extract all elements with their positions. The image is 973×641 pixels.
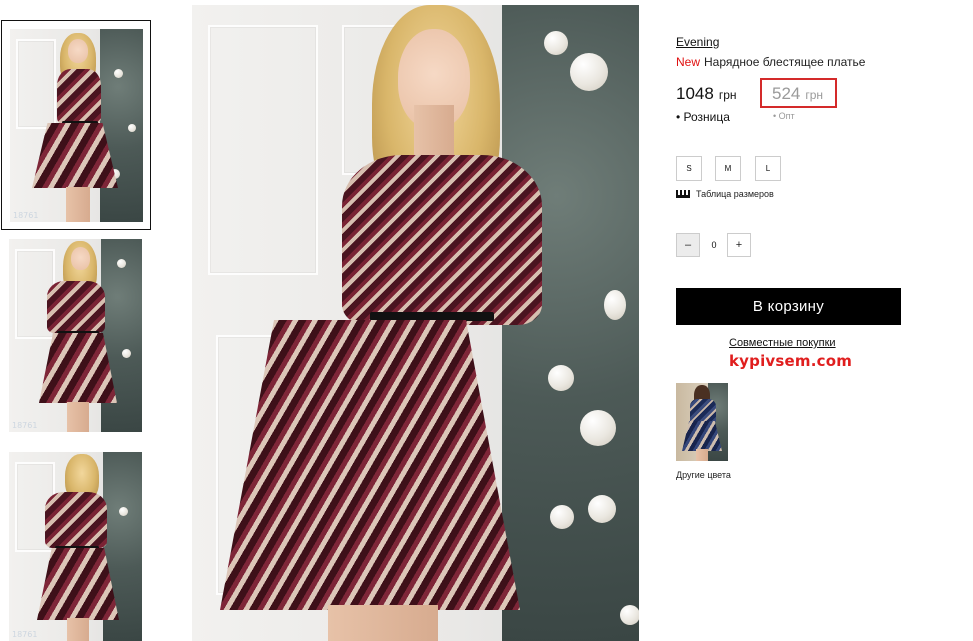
thumbnail-code: 18761 <box>12 421 38 430</box>
ruler-icon <box>676 190 690 198</box>
quantity-increase-button[interactable]: + <box>727 233 751 257</box>
add-to-cart-button[interactable]: В корзину <box>676 288 901 325</box>
quantity-value[interactable]: 0 <box>705 240 723 250</box>
product-thumbnail-3[interactable]: 18761 <box>9 452 142 641</box>
new-badge: New <box>676 55 701 69</box>
thumbnail-photo: 18761 <box>10 29 143 222</box>
wholesale-currency: грн <box>805 88 824 102</box>
thumbnail-photo: 18761 <box>9 452 142 641</box>
wholesale-label: • Опт <box>773 111 795 121</box>
wholesale-price-value: 524 <box>772 84 801 103</box>
main-product-image[interactable] <box>192 5 639 641</box>
size-table-link[interactable]: Таблица размеров <box>676 189 774 199</box>
joint-purchases-logo[interactable]: kypivsem.com <box>729 352 852 370</box>
retail-price: 1048 грн <box>676 84 737 104</box>
brand-link[interactable]: Evening <box>676 35 719 49</box>
thumbnail-photo: 18761 <box>9 239 142 432</box>
size-option-m[interactable]: M <box>715 156 741 181</box>
thumbnail-code: 18761 <box>13 211 39 220</box>
joint-purchases-link[interactable]: Совместные покупки <box>729 337 836 349</box>
product-thumbnail-2[interactable]: 18761 <box>9 239 142 432</box>
wholesale-price: 524 грн <box>772 84 823 104</box>
size-table-label: Таблица размеров <box>696 189 774 199</box>
retail-currency: грн <box>718 88 737 102</box>
product-thumbnail-1[interactable]: 18761 <box>10 29 143 222</box>
size-option-l[interactable]: L <box>755 156 781 181</box>
product-info-panel: Evening New Нарядное блестящее платье 104… <box>676 0 973 641</box>
retail-label: • Розница <box>676 110 730 124</box>
other-colors-label: Другие цвета <box>676 470 731 480</box>
thumbnail-code: 18761 <box>12 630 38 639</box>
other-color-thumbnail[interactable] <box>676 383 728 461</box>
thumbnail-selected-frame[interactable]: 18761 <box>1 20 151 230</box>
product-name: Нарядное блестящее платье <box>704 55 866 69</box>
retail-price-value: 1048 <box>676 84 714 103</box>
size-option-s[interactable]: S <box>676 156 702 181</box>
product-title: New Нарядное блестящее платье <box>676 55 865 69</box>
quantity-decrease-button[interactable]: – <box>676 233 700 257</box>
